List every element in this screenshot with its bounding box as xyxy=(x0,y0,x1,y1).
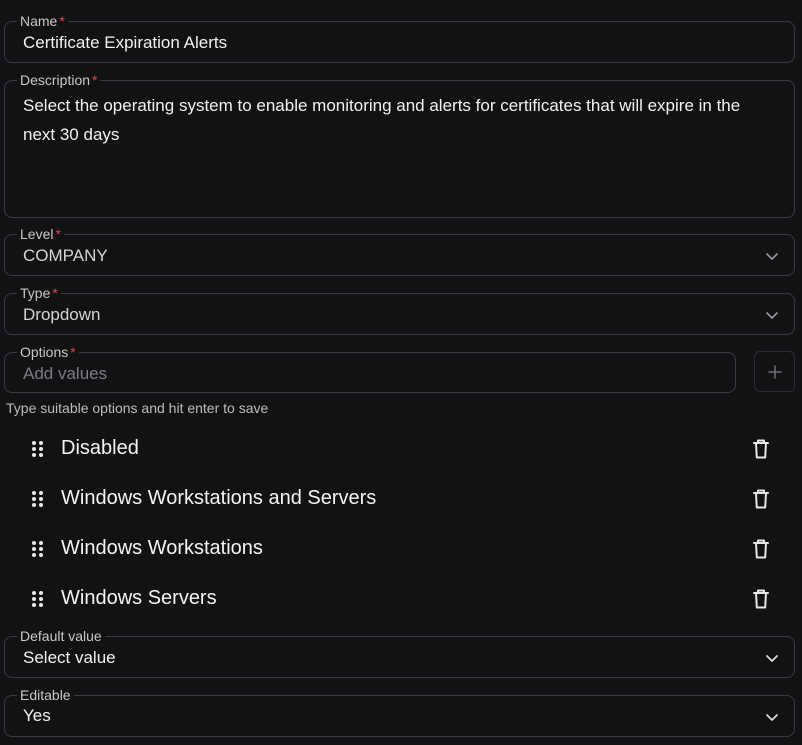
trash-icon[interactable] xyxy=(751,538,771,560)
add-option-button[interactable] xyxy=(754,351,795,392)
custom-field-form: Name * Certificate Expiration Alerts Desc… xyxy=(0,0,802,745)
options-label: Options * xyxy=(17,344,79,360)
options-field[interactable]: Options * Add values xyxy=(4,344,736,393)
trash-icon[interactable] xyxy=(751,438,771,460)
type-value: Dropdown xyxy=(23,305,101,324)
level-select[interactable]: Level * COMPANY xyxy=(4,226,795,276)
level-label: Level * xyxy=(17,226,64,242)
chevron-down-icon[interactable] xyxy=(764,709,780,725)
type-label: Type * xyxy=(17,285,61,301)
trash-icon[interactable] xyxy=(751,588,771,610)
trash-icon[interactable] xyxy=(751,488,771,510)
drag-handle-icon[interactable] xyxy=(28,589,46,609)
default-value-value: Select value xyxy=(23,648,116,667)
options-hint: Type suitable options and hit enter to s… xyxy=(6,400,269,416)
name-field[interactable]: Name * Certificate Expiration Alerts xyxy=(4,13,795,63)
drag-handle-icon[interactable] xyxy=(28,489,46,509)
type-select[interactable]: Type * Dropdown xyxy=(4,285,795,335)
default-value-label: Default value xyxy=(17,628,105,644)
description-label: Description * xyxy=(17,72,101,88)
editable-value: Yes xyxy=(23,706,51,725)
option-label: Windows Servers xyxy=(61,587,217,609)
drag-handle-icon[interactable] xyxy=(28,539,46,559)
option-row[interactable]: Disabled xyxy=(28,428,788,468)
level-value: COMPANY xyxy=(23,246,108,265)
options-input[interactable]: Add values xyxy=(23,364,695,384)
name-label: Name * xyxy=(17,13,68,29)
description-textarea[interactable]: Select the operating system to enable mo… xyxy=(23,91,774,149)
editable-select[interactable]: Editable Yes xyxy=(4,687,795,737)
option-label: Disabled xyxy=(61,437,139,459)
name-input[interactable]: Certificate Expiration Alerts xyxy=(23,33,754,53)
default-value-select[interactable]: Default value Select value xyxy=(4,628,795,678)
option-row[interactable]: Windows Workstations and Servers xyxy=(28,478,788,518)
option-row[interactable]: Windows Servers xyxy=(28,578,788,618)
chevron-down-icon[interactable] xyxy=(764,307,780,323)
description-field[interactable]: Description * Select the operating system… xyxy=(4,72,795,218)
chevron-down-icon[interactable] xyxy=(764,248,780,264)
option-label: Windows Workstations xyxy=(61,537,263,559)
chevron-down-icon[interactable] xyxy=(764,650,780,666)
plus-icon xyxy=(767,364,782,379)
editable-label: Editable xyxy=(17,687,74,703)
option-label: Windows Workstations and Servers xyxy=(61,487,377,509)
option-row[interactable]: Windows Workstations xyxy=(28,528,788,568)
drag-handle-icon[interactable] xyxy=(28,439,46,459)
